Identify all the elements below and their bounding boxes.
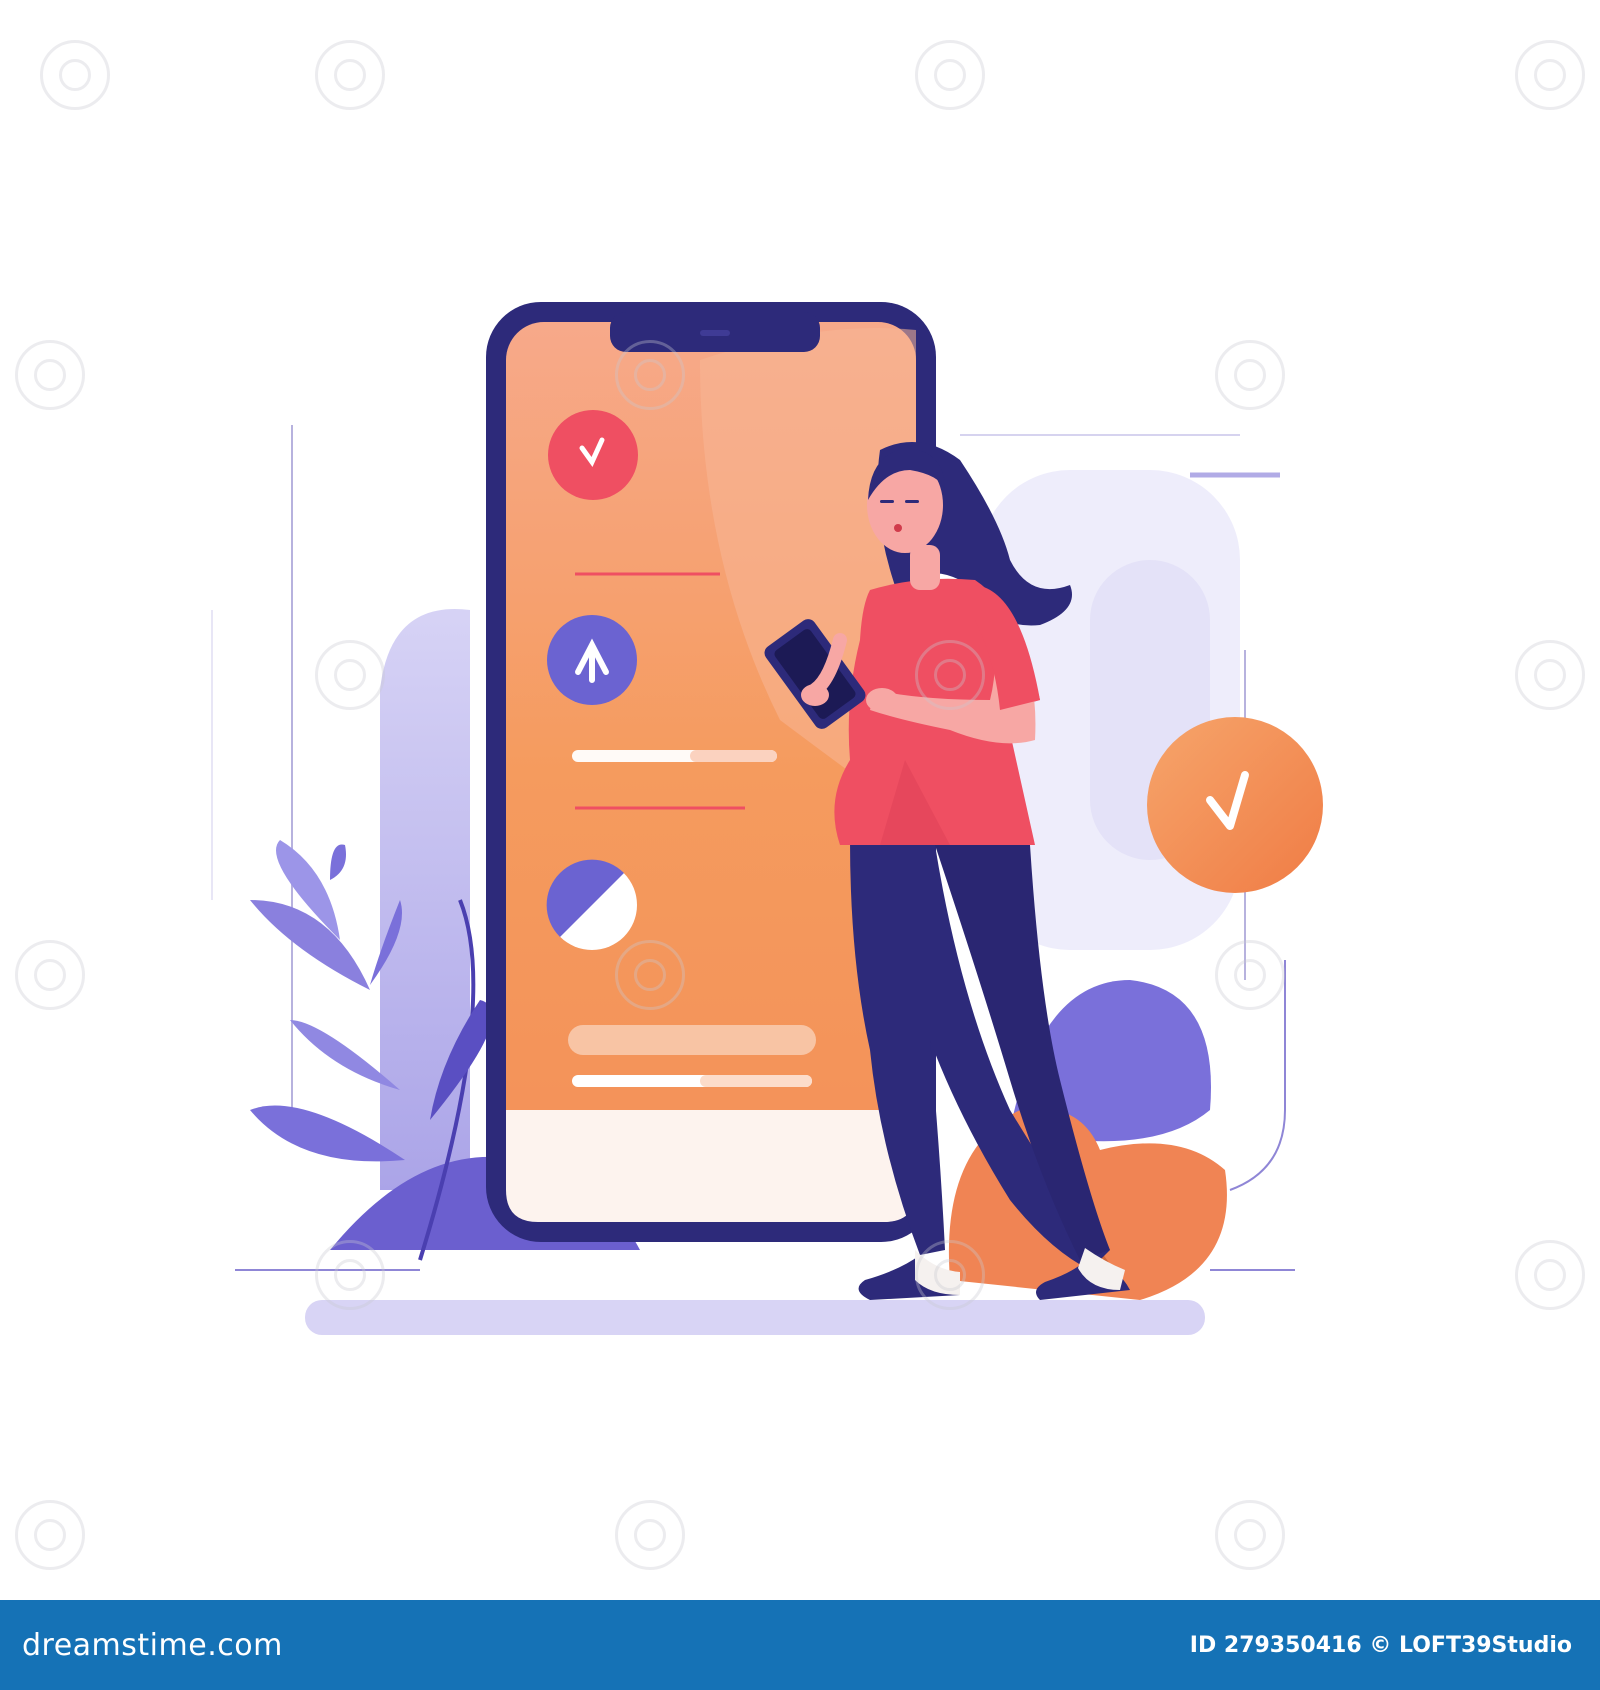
ground-shadow	[305, 1300, 1205, 1335]
watermark-icon	[915, 640, 985, 710]
watermark-icon	[40, 40, 110, 110]
watermark-icon	[1215, 940, 1285, 1010]
footer-bar: dreamstime.com ID 279350416 © LOFT39Stud…	[0, 1600, 1600, 1690]
watermark-icon	[1515, 1240, 1585, 1310]
watermark-icon	[915, 40, 985, 110]
footer-credit: ID 279350416 © LOFT39Studio	[1189, 1632, 1572, 1658]
footer-brand[interactable]: dreamstime.com	[22, 1628, 283, 1663]
watermark-icon	[615, 1500, 685, 1570]
watermark-icon	[1515, 40, 1585, 110]
watermark-icon	[315, 40, 385, 110]
watermark-icon	[915, 1240, 985, 1310]
watermark-icon	[315, 640, 385, 710]
watermark-icon	[1215, 340, 1285, 410]
floating-badge	[1147, 717, 1323, 893]
watermark-icon	[315, 1240, 385, 1310]
watermark-icon	[615, 340, 685, 410]
watermark-icon	[15, 340, 85, 410]
illustration-svg	[211, 302, 1323, 1335]
watermark-icon	[1215, 1500, 1285, 1570]
watermark-icon	[615, 940, 685, 1010]
illustration	[0, 0, 1600, 1600]
watermark-icon	[15, 1500, 85, 1570]
watermark-icon	[15, 940, 85, 1010]
watermark-icon	[1515, 640, 1585, 710]
